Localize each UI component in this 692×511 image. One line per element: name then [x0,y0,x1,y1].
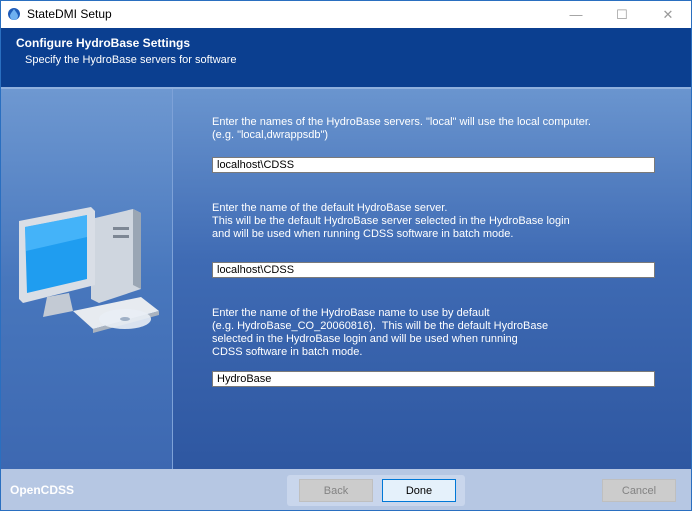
content-area: Enter the names of the HydroBase servers… [1,89,691,469]
page-subtitle: Specify the HydroBase servers for softwa… [25,54,237,66]
cancel-button[interactable]: Cancel [602,479,676,502]
default-name-input[interactable] [212,371,655,387]
maximize-button[interactable]: ☐ [599,1,645,28]
footer-bar: OpenCDSS Back Done Cancel [1,469,691,510]
default-server-label: Enter the name of the default HydroBase … [212,202,570,240]
minimize-button[interactable]: — [553,1,599,28]
title-bar[interactable]: StateDMI Setup — ☐ ✕ [1,1,691,28]
brand-label: OpenCDSS [10,483,75,497]
page-title: Configure HydroBase Settings [16,36,191,50]
header-banner: Configure HydroBase Settings Specify the… [1,28,691,88]
side-panel [1,89,173,469]
installer-window: StateDMI Setup — ☐ ✕ Configure HydroBase… [0,0,692,511]
close-button[interactable]: ✕ [645,1,691,28]
panel-divider [172,89,173,469]
done-button[interactable]: Done [382,479,456,502]
servers-label: Enter the names of the HydroBase servers… [212,116,591,141]
servers-input[interactable] [212,157,655,173]
computer-illustration [19,207,159,333]
window-title: StateDMI Setup [27,7,112,21]
default-name-label: Enter the name of the HydroBase name to … [212,307,549,358]
back-button[interactable]: Back [299,479,373,502]
default-server-input[interactable] [212,262,655,278]
water-drop-icon [8,8,20,20]
